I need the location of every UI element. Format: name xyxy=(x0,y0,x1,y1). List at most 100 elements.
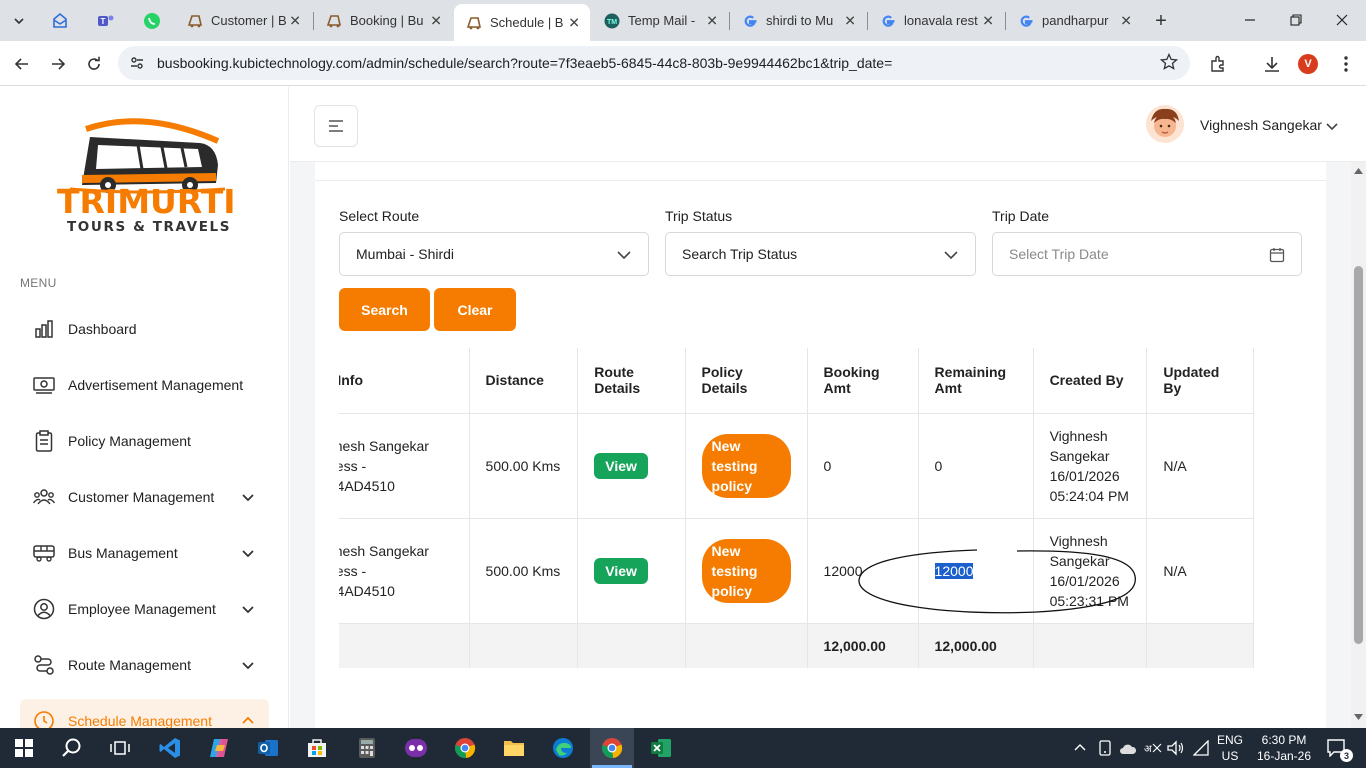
sidebar-item-schedule[interactable]: Schedule Management xyxy=(20,699,269,728)
clear-button[interactable]: Clear xyxy=(434,288,516,331)
language-indicator[interactable]: ENG US xyxy=(1212,733,1248,763)
forward-arrow-icon[interactable] xyxy=(45,51,71,77)
reload-icon[interactable] xyxy=(81,51,107,77)
scroll-down-icon[interactable] xyxy=(1354,714,1363,720)
clock[interactable]: 6:30 PM 16-Jan-26 xyxy=(1252,733,1316,763)
calendar-icon[interactable] xyxy=(1269,247,1285,263)
tab-google-shirdi[interactable]: shirdi to Mu ✕ xyxy=(730,6,866,35)
policy-badge[interactable]: New testing policy xyxy=(701,538,791,603)
profile-avatar[interactable]: V xyxy=(1295,51,1321,77)
volume-icon[interactable] xyxy=(1164,736,1188,760)
close-tab-icon[interactable]: ✕ xyxy=(706,12,718,29)
back-arrow-icon[interactable] xyxy=(9,51,35,77)
sidebar-item-customer[interactable]: Customer Management xyxy=(20,475,269,519)
sidebar-item-employee[interactable]: Employee Management xyxy=(20,587,269,631)
lang-line2: US xyxy=(1221,749,1239,763)
close-tab-icon[interactable]: ✕ xyxy=(430,12,442,29)
trip-date-input[interactable]: Select Trip Date xyxy=(992,232,1302,276)
sidebar-item-advertisement[interactable]: Advertisement Management xyxy=(20,363,269,407)
scroll-up-icon[interactable] xyxy=(1354,168,1363,174)
vertical-scrollbar[interactable] xyxy=(1351,162,1366,728)
chrome-icon[interactable] xyxy=(453,736,477,760)
column-header[interactable]: Distance xyxy=(469,348,579,414)
column-header[interactable]: Remaining Amt xyxy=(918,348,1034,414)
policy-badge[interactable]: New testing policy xyxy=(701,433,791,498)
new-tab-icon[interactable]: + xyxy=(1150,10,1172,32)
task-view-icon[interactable] xyxy=(108,736,132,760)
excel-icon[interactable] xyxy=(649,736,673,760)
whatsapp-tab-icon[interactable] xyxy=(141,10,163,32)
trip-status-select[interactable]: Search Trip Status xyxy=(665,232,976,276)
device-icon[interactable] xyxy=(1093,736,1117,760)
microsoft-store-icon[interactable] xyxy=(305,736,329,760)
hamburger-menu-icon[interactable] xyxy=(314,105,358,147)
column-header[interactable]: Booking Amt xyxy=(807,348,919,414)
download-icon[interactable] xyxy=(1259,51,1285,77)
column-header[interactable]: Route Details xyxy=(577,348,686,414)
sidebar-item-bus[interactable]: Bus Management xyxy=(20,531,269,575)
tab-customer[interactable]: Customer | B ✕ xyxy=(175,6,311,35)
sidebar-item-route[interactable]: Route Management xyxy=(20,643,269,687)
notification-icon[interactable]: 3 xyxy=(1325,736,1353,762)
column-header[interactable]: Policy Details xyxy=(685,348,808,414)
column-header[interactable]: Bus Info xyxy=(339,348,470,414)
bookmark-star-icon[interactable] xyxy=(1159,52,1179,76)
extensions-icon[interactable] xyxy=(1205,51,1231,77)
sidebar-item-policy[interactable]: Policy Management xyxy=(20,419,269,463)
weather-icon[interactable] xyxy=(1116,736,1140,760)
close-tab-icon[interactable]: ✕ xyxy=(1120,12,1132,29)
schedule-table-container[interactable]: Bus Info Distance Route Details Policy D… xyxy=(339,348,1302,668)
users-group-icon xyxy=(32,485,56,509)
more-menu-icon[interactable] xyxy=(1333,51,1359,77)
trip-status-label: Trip Status xyxy=(665,208,733,224)
column-header[interactable]: Updated By xyxy=(1146,348,1254,414)
google-favicon-icon xyxy=(1018,13,1034,29)
close-window-icon[interactable] xyxy=(1329,8,1355,32)
chevron-down-icon[interactable] xyxy=(1326,120,1338,132)
created-by-cell: Vighnesh Sangekar 16/01/2026 05:23:31 PM xyxy=(1033,518,1148,624)
view-route-button[interactable]: View xyxy=(594,557,648,584)
created-by-cell: Vighnesh Sangekar 16/01/2026 05:24:04 PM xyxy=(1033,413,1148,519)
view-route-button[interactable]: View xyxy=(594,452,648,479)
site-settings-icon[interactable] xyxy=(128,54,146,72)
close-tab-icon[interactable]: ✕ xyxy=(289,12,301,29)
ime-icon[interactable]: अ xyxy=(1141,736,1165,760)
search-button[interactable]: Search xyxy=(339,288,430,331)
user-name[interactable]: Vighnesh Sangekar xyxy=(1200,117,1322,133)
minimize-icon[interactable] xyxy=(1237,8,1263,32)
vscode-icon[interactable] xyxy=(158,736,182,760)
policy-cell: New testing policy xyxy=(685,413,808,519)
file-explorer-icon[interactable] xyxy=(502,736,526,760)
close-tab-icon[interactable]: ✕ xyxy=(844,12,856,29)
tab-booking[interactable]: Booking | Bu ✕ xyxy=(314,6,452,35)
tab-google-pandharpur[interactable]: pandharpur ✕ xyxy=(1006,6,1142,35)
search-icon[interactable] xyxy=(60,736,84,760)
wifi-icon[interactable] xyxy=(1189,736,1213,760)
chrome-active-icon[interactable] xyxy=(600,736,624,760)
teams-tab-icon[interactable]: T xyxy=(95,10,117,32)
media-app-icon[interactable] xyxy=(404,736,428,760)
avatar[interactable] xyxy=(1146,105,1184,143)
route-select[interactable]: Mumbai - Shirdi xyxy=(339,232,649,276)
chevron-up-icon xyxy=(242,716,254,724)
tab-search-chevron-icon[interactable] xyxy=(8,10,30,32)
edge-icon[interactable] xyxy=(551,736,575,760)
close-tab-icon[interactable]: ✕ xyxy=(568,14,580,31)
tab-schedule-active[interactable]: Schedule | B ✕ xyxy=(454,4,590,41)
scrollbar-thumb[interactable] xyxy=(1354,266,1363,644)
tab-google-lonavala[interactable]: lonavala rest ✕ xyxy=(868,6,1004,35)
windows-start-icon[interactable] xyxy=(12,736,36,760)
tab-temp-mail[interactable]: TM Temp Mail - ✕ xyxy=(592,6,728,35)
divider xyxy=(315,180,1326,181)
restore-icon[interactable] xyxy=(1283,8,1309,32)
copilot-icon[interactable] xyxy=(207,736,231,760)
user-circle-icon xyxy=(32,597,56,621)
calculator-icon[interactable] xyxy=(355,736,379,760)
outlook-icon[interactable] xyxy=(256,736,280,760)
column-header[interactable]: Created By xyxy=(1033,348,1148,414)
chevron-up-icon[interactable] xyxy=(1068,736,1092,760)
mail-tab-icon[interactable] xyxy=(49,10,71,32)
close-tab-icon[interactable]: ✕ xyxy=(982,12,994,29)
sidebar-item-dashboard[interactable]: Dashboard xyxy=(20,307,269,351)
address-bar[interactable]: busbooking.kubictechnology.com/admin/sch… xyxy=(118,46,1190,80)
